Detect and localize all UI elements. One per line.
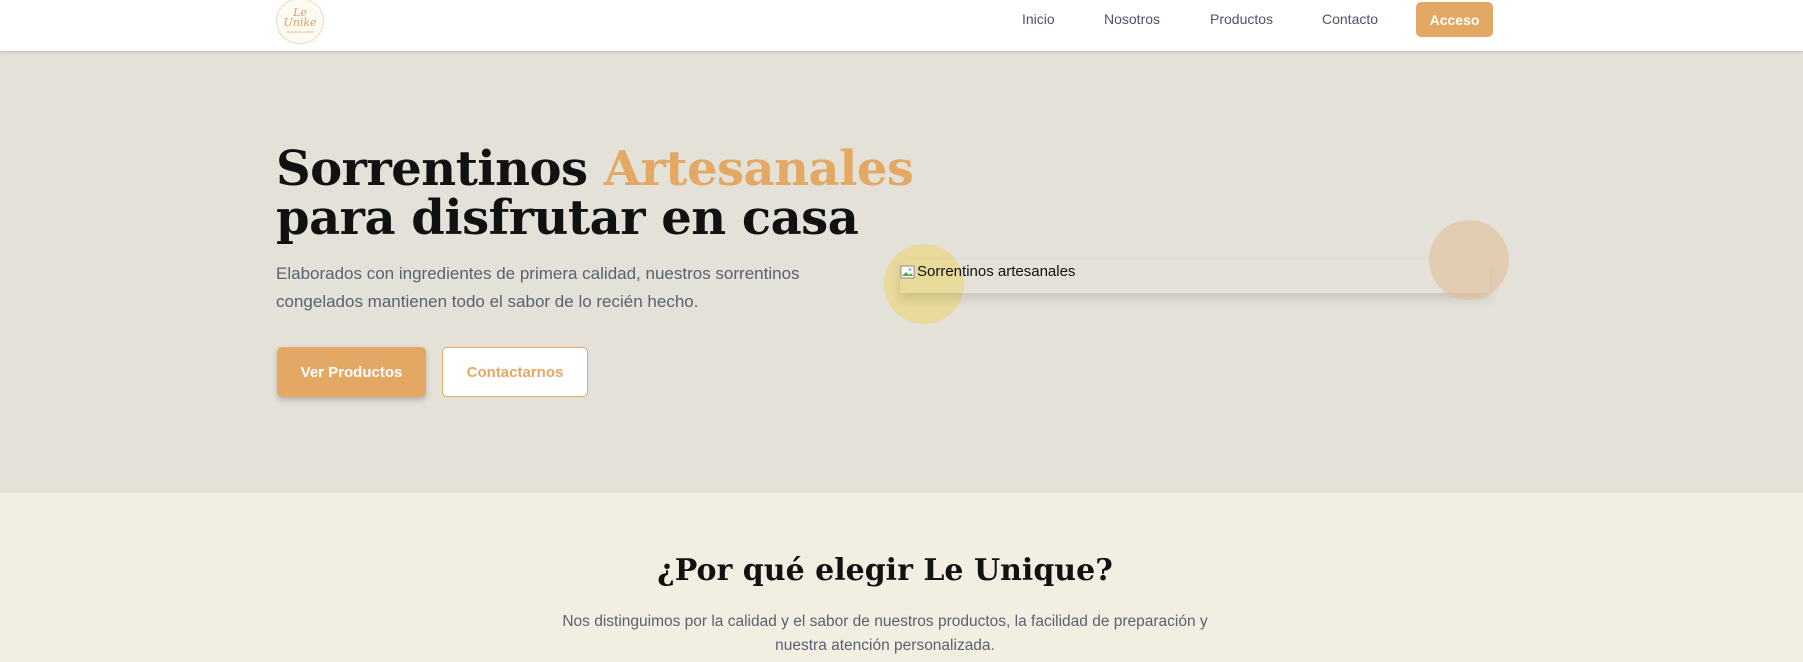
- hero-description: Elaborados con ingredientes de primera c…: [276, 264, 800, 311]
- brand-logo[interactable]: Le Unike MASAS DE AUTOR: [276, 0, 324, 44]
- view-products-button[interactable]: Ver Productos: [277, 347, 426, 397]
- why-choose-section: ¿Por qué elegir Le Unique? Nos distingui…: [0, 493, 1803, 662]
- hero-image-alt: Sorrentinos artesanales: [917, 263, 1076, 280]
- hero-title-accent: Artesanales: [603, 141, 914, 197]
- why-description: Nos distinguimos por la calidad y el sab…: [562, 613, 1208, 654]
- access-button[interactable]: Acceso: [1416, 2, 1493, 37]
- hero-title: Sorrentinos Artesanales para disfrutar e…: [276, 145, 914, 246]
- why-title: ¿Por qué elegir Le Unique?: [657, 553, 1113, 588]
- hero-title-part1: Sorrentinos: [276, 141, 604, 197]
- logo-text: Le Unike: [283, 6, 317, 29]
- broken-image-icon: [900, 265, 915, 278]
- hero-image: Sorrentinos artesanales: [900, 263, 1075, 280]
- nav-link-productos[interactable]: Productos: [1210, 11, 1273, 27]
- contact-button[interactable]: Contactarnos: [442, 347, 588, 397]
- nav-link-contacto[interactable]: Contacto: [1322, 11, 1378, 27]
- nav-link-inicio[interactable]: Inicio: [1022, 11, 1055, 27]
- hero-section: Sorrentinos Artesanales para disfrutar e…: [0, 51, 1803, 493]
- decorative-circle-peach: [1429, 220, 1509, 300]
- hero-image-frame: Sorrentinos artesanales: [900, 259, 1490, 293]
- nav-link-nosotros[interactable]: Nosotros: [1104, 11, 1160, 27]
- top-navbar: Le Unike MASAS DE AUTOR Inicio Nosotros …: [0, 0, 1803, 51]
- logo-subtext: MASAS DE AUTOR: [286, 30, 314, 34]
- hero-title-line2: para disfrutar en casa: [276, 190, 859, 246]
